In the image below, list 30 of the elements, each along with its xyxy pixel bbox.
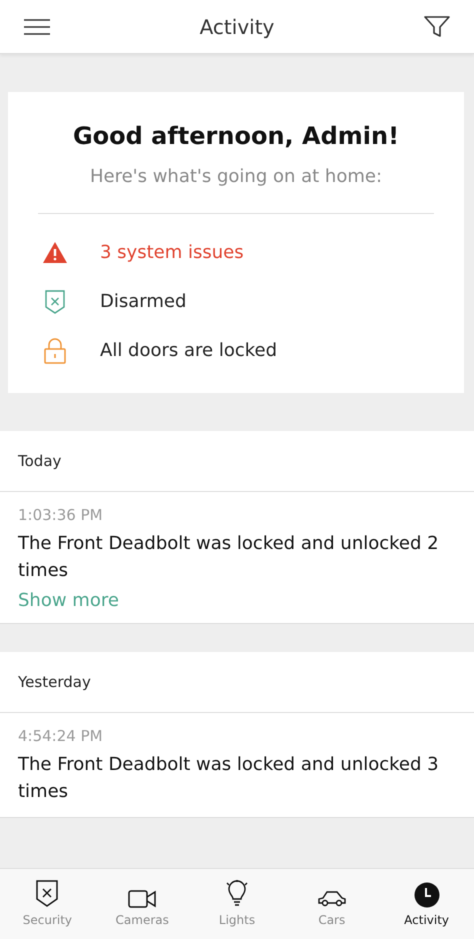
shield-icon <box>45 290 65 314</box>
entry-time: 4:54:24 PM <box>18 727 103 745</box>
car-icon <box>318 890 346 908</box>
tab[interactable]: Activity <box>379 869 474 939</box>
entry-time: 1:03:36 PM <box>18 506 103 524</box>
status-text: Disarmed <box>100 291 186 312</box>
status-text: All doors are locked <box>100 340 278 361</box>
subtitle: Here's what's going on at home: <box>88 166 384 187</box>
day-label: Today <box>18 452 62 470</box>
greeting: Good afternoon, Admin! <box>72 122 400 150</box>
day-label: Yesterday <box>18 673 91 691</box>
tab[interactable]: Security <box>0 869 95 939</box>
activity-entry[interactable]: 1:03:36 PM The Front Deadbolt was locked and unlocked 2 times Show more <box>0 492 474 624</box>
tab[interactable]: Lights <box>190 869 284 939</box>
activity-entry[interactable]: 4:54:24 PM The Front Deadbolt was locked and unlocked 3 times <box>0 713 474 818</box>
entry-text: The Front Deadbolt was locked and unlocked 3 times <box>18 753 440 804</box>
warning-icon <box>43 242 67 263</box>
video-camera-icon <box>128 890 156 908</box>
filter-icon[interactable] <box>424 16 450 38</box>
menu-icon[interactable] <box>24 18 50 34</box>
tab[interactable]: Cameras <box>94 869 190 939</box>
padlock-icon <box>44 338 66 364</box>
status-text: 3 system issues <box>100 242 244 263</box>
show-more-link[interactable]: Show more <box>18 590 119 611</box>
tab[interactable]: Cars <box>284 869 380 939</box>
clock-icon <box>414 882 440 908</box>
screen-title: Activity <box>200 14 274 38</box>
lightbulb-icon <box>224 880 249 908</box>
shield-icon <box>36 880 58 908</box>
entry-text: The Front Deadbolt was locked and unlocked 2 times <box>18 532 440 583</box>
